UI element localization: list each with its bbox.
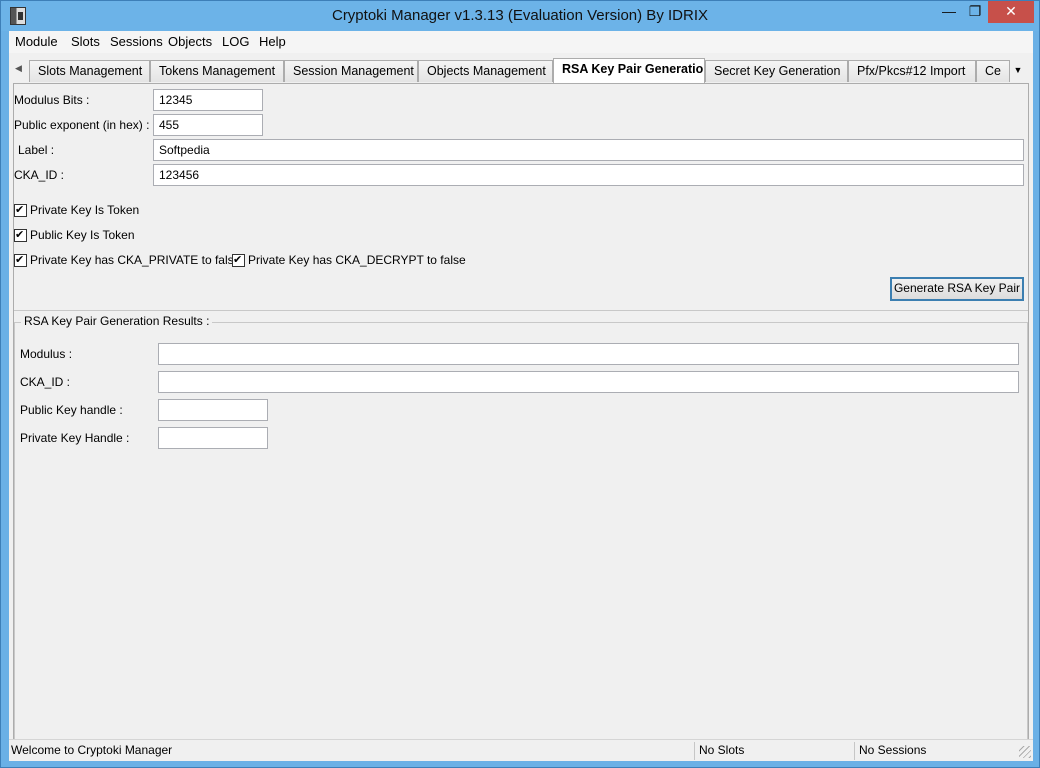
rsa-tab-panel: Modulus Bits : 12345 Public exponent (in… [13,83,1029,759]
result-private-handle-field[interactable] [158,427,268,449]
maximize-button[interactable]: ❐ [962,1,988,23]
modulus-bits-input[interactable]: 12345 [153,89,263,111]
status-sessions: No Sessions [859,743,927,757]
checkbox-checked-icon[interactable] [14,253,27,267]
minimize-button[interactable]: — [936,1,962,23]
menu-objects[interactable]: Objects [168,34,212,49]
tab-overflow-icon[interactable]: ▼ [1010,62,1026,80]
tab-ce[interactable]: Ce [976,60,1010,82]
tab-secret-key-generation[interactable]: Secret Key Generation [705,60,848,82]
modulus-bits-label: Modulus Bits : [14,93,90,107]
tab-objects-management[interactable]: Objects Management [418,60,553,82]
public-key-token-label: Public Key Is Token [30,228,135,242]
tab-slots-management[interactable]: Slots Management [29,60,150,82]
result-modulus-field[interactable] [158,343,1019,365]
tab-rsa-key-pair-generation[interactable]: RSA Key Pair Generation [553,58,705,83]
result-modulus-label: Modulus : [20,347,73,361]
client-area: Module Slots Sessions Objects LOG Help ◀… [9,31,1033,761]
private-key-token-checkbox[interactable]: Private Key Is Token [14,203,139,217]
results-title: RSA Key Pair Generation Results : [21,314,213,328]
key-label-label: Label : [18,143,55,157]
public-exponent-input[interactable]: 455 [153,114,263,136]
status-slots: No Slots [699,743,745,757]
checkbox-checked-icon[interactable] [14,228,27,242]
tab-session-management[interactable]: Session Management [284,60,418,82]
checkbox-checked-icon[interactable] [232,253,245,267]
status-divider [854,742,855,760]
menu-log[interactable]: LOG [222,34,249,49]
public-key-token-checkbox[interactable]: Public Key Is Token [14,228,135,242]
status-bar: Welcome to Cryptoki Manager No Slots No … [9,739,1033,761]
status-message: Welcome to Cryptoki Manager [11,743,173,757]
tab-tokens-management[interactable]: Tokens Management [150,60,284,82]
private-false-checkbox[interactable]: Private Key has CKA_PRIVATE to false [14,253,240,267]
decrypt-false-checkbox[interactable]: Private Key has CKA_DECRYPT to false [232,253,466,267]
menu-help[interactable]: Help [259,34,286,49]
window-title: Cryptoki Manager v1.3.13 (Evaluation Ver… [331,7,708,24]
resize-grip-icon[interactable] [1019,746,1031,758]
menu-sessions[interactable]: Sessions [110,34,163,49]
tab-strip: ◀ Slots Management Tokens Management Ses… [13,58,1029,83]
menu-slots[interactable]: Slots [71,34,100,49]
public-exponent-label: Public exponent (in hex) : [14,118,150,132]
tab-pfx-import[interactable]: Pfx/Pkcs#12 Import [848,60,976,82]
private-false-label: Private Key has CKA_PRIVATE to false [30,253,241,267]
result-public-handle-field[interactable] [158,399,268,421]
checkbox-checked-icon[interactable] [14,203,27,217]
close-button[interactable]: ✕ [988,1,1034,23]
private-key-token-label: Private Key Is Token [30,203,140,217]
generate-rsa-key-pair-button[interactable]: Generate RSA Key Pair [890,277,1024,301]
status-divider [694,742,695,760]
result-cka-id-field[interactable] [158,371,1019,393]
results-group: RSA Key Pair Generation Results : Modulu… [14,314,1028,758]
key-label-input[interactable]: Softpedia [153,139,1024,161]
separator [14,310,1028,311]
result-private-handle-label: Private Key Handle : [20,431,130,445]
title-bar[interactable]: Cryptoki Manager v1.3.13 (Evaluation Ver… [1,1,1039,31]
tab-scroll-left-icon[interactable]: ◀ [15,63,25,77]
app-window: Cryptoki Manager v1.3.13 (Evaluation Ver… [0,0,1040,768]
cka-id-input[interactable]: 123456 [153,164,1024,186]
result-cka-id-label: CKA_ID : [20,375,71,389]
cka-id-label: CKA_ID : [14,168,65,182]
menu-bar: Module Slots Sessions Objects LOG Help [9,31,1033,53]
menu-module[interactable]: Module [15,34,58,49]
decrypt-false-label: Private Key has CKA_DECRYPT to false [248,253,466,267]
result-public-handle-label: Public Key handle : [20,403,123,417]
